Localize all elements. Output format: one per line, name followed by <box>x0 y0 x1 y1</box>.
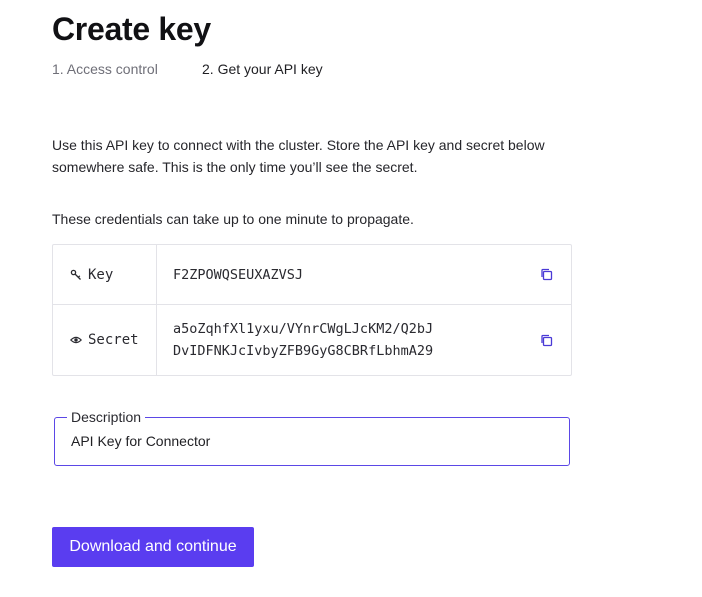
intro-text: Use this API key to connect with the clu… <box>52 137 545 175</box>
propagation-note: These credentials can take up to one min… <box>52 211 414 227</box>
secret-line-2: DvIDFNKJcIvbyZFB9GyG8CBRfLbhmA29 <box>173 343 434 359</box>
copy-icon <box>540 268 552 281</box>
eye-icon <box>70 334 82 346</box>
secret-label: Secret <box>88 332 139 348</box>
description-label: Description <box>67 409 146 425</box>
key-label-cell: Key <box>53 245 157 304</box>
copy-icon <box>540 334 552 346</box>
key-value-cell: F2ZPOWQSEUXAZVSJ <box>157 245 571 304</box>
copy-key-button[interactable] <box>539 268 553 282</box>
secret-line-1: a5oZqhfXl1yxu/VYnrCWgLJcKM2/Q2bJ <box>173 321 434 337</box>
step-get-api-key: 2. Get your API key <box>202 61 323 77</box>
step-access-control[interactable]: 1. Access control <box>52 60 202 78</box>
key-label: Key <box>88 266 114 283</box>
secret-value-cell: a5oZqhfXl1yxu/VYnrCWgLJcKM2/Q2bJ DvIDFNK… <box>157 305 571 375</box>
description-field: Description <box>54 409 570 466</box>
api-secret-value[interactable]: a5oZqhfXl1yxu/VYnrCWgLJcKM2/Q2bJ DvIDFNK… <box>173 318 539 362</box>
description-input[interactable] <box>71 433 551 449</box>
credentials-table: Key F2ZPOWQSEUXAZVSJ Secret a5oZqhfXl1yx… <box>52 244 572 376</box>
download-and-continue-button[interactable]: Download and continue <box>52 527 254 567</box>
secret-row: Secret a5oZqhfXl1yxu/VYnrCWgLJcKM2/Q2bJ … <box>53 305 571 375</box>
stepper: 1. Access control 2. Get your API key <box>52 60 323 78</box>
secret-label-cell: Secret <box>53 305 157 375</box>
page-title: Create key <box>52 11 211 47</box>
key-row: Key F2ZPOWQSEUXAZVSJ <box>53 245 571 305</box>
api-key-value[interactable]: F2ZPOWQSEUXAZVSJ <box>173 264 539 286</box>
copy-secret-button[interactable] <box>539 333 553 347</box>
key-icon <box>70 269 82 281</box>
